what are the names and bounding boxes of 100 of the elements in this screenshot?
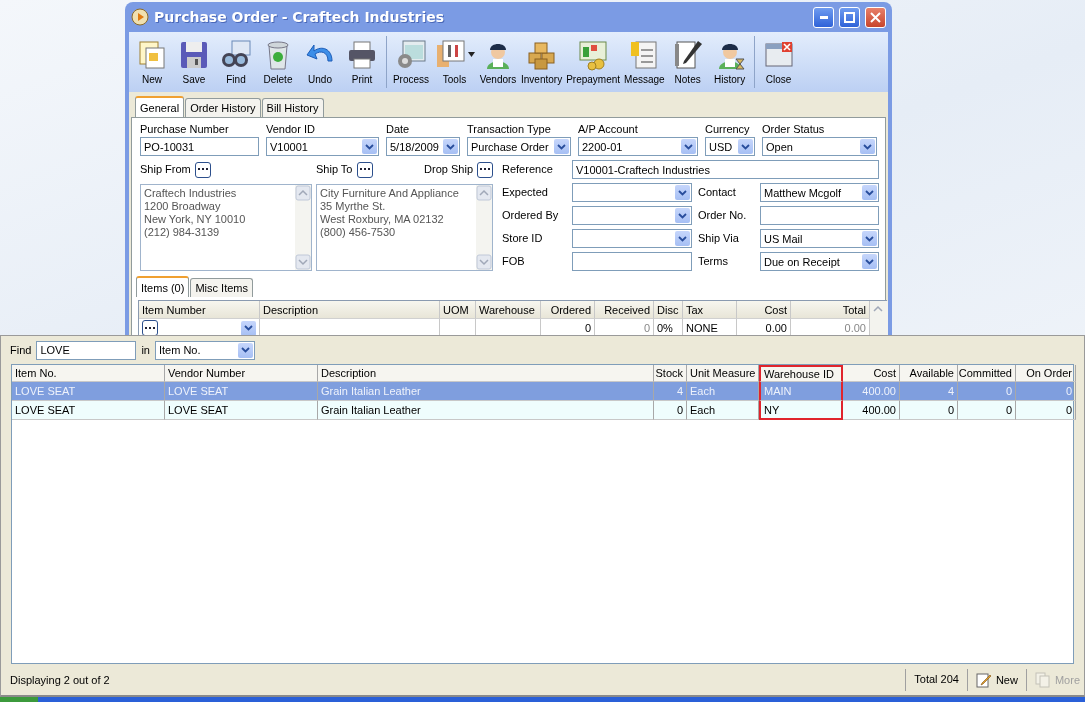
field-label: Ship From [140, 162, 191, 177]
dropdown-button[interactable] [862, 254, 877, 269]
dropdown-button[interactable] [860, 139, 875, 154]
dropdown-button[interactable] [675, 185, 690, 200]
toolbar-button[interactable]: Inventory [519, 37, 565, 87]
column-header[interactable]: Disc [654, 301, 683, 319]
toolbar-button[interactable]: Close [757, 37, 800, 87]
input-field[interactable] [572, 252, 692, 271]
combo-field[interactable]: Purchase Order [467, 137, 571, 156]
toolbar-button[interactable]: Process [390, 37, 432, 87]
toolbar-button[interactable]: History [708, 37, 751, 87]
status-text: Displaying 2 out of 2 [10, 673, 111, 686]
table-cell: 0 [900, 401, 958, 420]
printer-icon [346, 39, 378, 71]
dropdown-button[interactable] [862, 185, 877, 200]
toolbar-button[interactable]: Tools [432, 37, 477, 87]
toolbar-button[interactable]: Prepayment [564, 37, 623, 87]
combo-field[interactable]: Due on Receipt [760, 252, 879, 271]
toolbar-button[interactable]: Message [622, 37, 667, 87]
field-label: Contact [698, 185, 737, 200]
input-field[interactable]: PO-10031 [140, 137, 259, 156]
combo-field[interactable]: US Mail [760, 229, 879, 248]
scrollbar[interactable] [295, 184, 311, 270]
input-field[interactable] [760, 206, 879, 225]
dropdown-button[interactable] [675, 208, 690, 223]
table-cell: 0 [1016, 401, 1076, 420]
combo-field[interactable] [572, 183, 692, 202]
combo-field[interactable]: V10001 [266, 137, 379, 156]
column-header[interactable]: Tax [683, 301, 737, 319]
toolbar-button[interactable]: Vendors [477, 37, 519, 87]
combo-field[interactable]: 5/18/2009 [386, 137, 460, 156]
combo-field[interactable]: USD [705, 137, 755, 156]
toolbar-button[interactable]: Delete [257, 37, 299, 87]
combo-field[interactable]: Matthew Mcgolf [760, 183, 879, 202]
field-label: Reference [502, 162, 554, 177]
ellipsis-button[interactable] [356, 161, 373, 178]
tab[interactable]: Items (0) [136, 276, 190, 297]
combo-field[interactable] [572, 229, 692, 248]
address-text: Craftech Industries 1200 Broadway New York, NY 10010 (212) 984-3139 [143, 185, 247, 240]
total-count: Total 204 [913, 672, 960, 687]
toolbar-button[interactable]: New [131, 37, 173, 87]
dropdown-button[interactable] [362, 139, 377, 154]
dropdown-button[interactable] [675, 231, 690, 246]
column-header[interactable]: Ordered [541, 301, 595, 319]
ellipsis-button[interactable] [142, 320, 158, 335]
field-label: Store ID [502, 231, 544, 246]
tab[interactable]: Order History [185, 98, 261, 117]
field-label: Purchase Number [140, 122, 230, 137]
field-label: Ship To [316, 162, 353, 177]
column-header[interactable]: Warehouse [476, 301, 541, 319]
column-header[interactable]: Item Number [139, 301, 260, 319]
app-icon [131, 8, 149, 26]
minimize-button[interactable] [813, 6, 834, 28]
tab[interactable]: General [135, 96, 185, 117]
input-field[interactable]: V10001-Craftech Industries [572, 160, 879, 179]
column-header[interactable]: Cost [737, 301, 791, 319]
chart-coins-icon [577, 39, 610, 71]
table-row[interactable]: LOVE SEAT LOVE SEAT Grain Italian Leather 0 Each NY 400.00 0 0 0 [12, 401, 1073, 420]
maximize-button[interactable] [839, 6, 860, 28]
field-label: Terms [698, 254, 729, 269]
dropdown-button[interactable] [554, 139, 569, 154]
field-label: Order No. [698, 208, 748, 223]
close-button[interactable] [865, 6, 886, 28]
dropdown-button[interactable] [237, 342, 253, 358]
field-label: Currency [705, 122, 751, 137]
window-title: Purchase Order - Craftech Industries [154, 9, 446, 25]
dots-icon [145, 326, 155, 330]
scrollbar[interactable] [476, 184, 492, 270]
dropdown-button[interactable] [241, 320, 256, 335]
toolbar-button[interactable]: Find [215, 37, 257, 87]
column-header[interactable]: UOM [440, 301, 476, 319]
scrollbar-track[interactable] [870, 319, 888, 335]
dropdown-button[interactable] [738, 139, 753, 154]
column-header[interactable]: Received [595, 301, 654, 319]
toolbar-button[interactable]: Save [173, 37, 215, 87]
table-cell: LOVE SEAT [12, 401, 165, 420]
toolbar-button[interactable]: Print [341, 37, 383, 87]
toolbar-button[interactable]: Notes [666, 37, 709, 87]
address-text: City Furniture And Appliance 35 Myrthe St. West Roxbury, MA 02132 (800) 456-7530 [319, 185, 460, 240]
new-button[interactable]: New [971, 671, 1022, 688]
combo-field[interactable]: Item No. [154, 340, 255, 360]
ellipsis-button[interactable] [194, 161, 211, 178]
tab[interactable]: Bill History [261, 98, 324, 117]
dropdown-button[interactable] [443, 139, 458, 154]
column-header[interactable]: Description [260, 301, 440, 319]
dropdown-button[interactable] [862, 231, 877, 246]
combo-field[interactable]: 2200-01 [578, 137, 698, 156]
toolbar-button[interactable]: Undo [299, 37, 341, 87]
chevron-down-icon [863, 143, 872, 150]
dots-icon [359, 168, 370, 171]
combo-field[interactable]: Open [762, 137, 877, 156]
dropdown-button[interactable] [681, 139, 696, 154]
ellipsis-button[interactable] [477, 161, 493, 178]
tab[interactable]: Misc Items [190, 278, 253, 297]
chevron-down-icon [557, 143, 566, 150]
chevron-down-icon [865, 189, 874, 196]
search-field[interactable]: LOVE [36, 340, 137, 360]
table-cell: Each [687, 401, 759, 420]
combo-field[interactable] [572, 206, 692, 225]
table-cell: LOVE SEAT [165, 401, 318, 420]
